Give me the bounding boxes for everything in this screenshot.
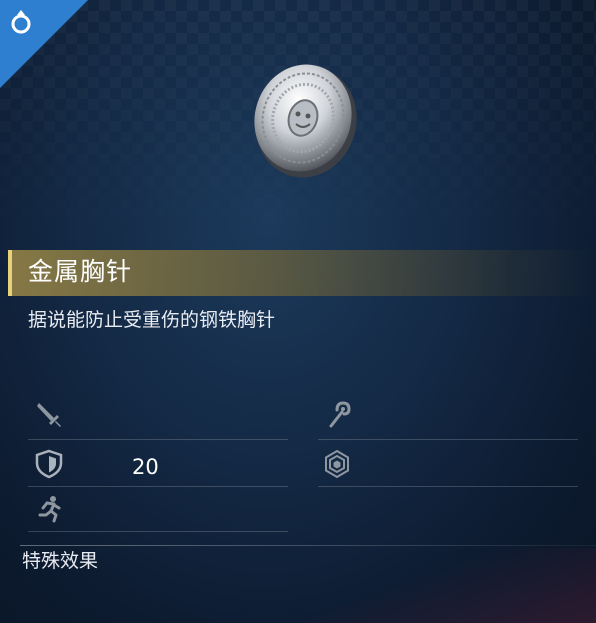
stat-row-magic-defense (318, 443, 578, 487)
hexagon-barrier-icon (325, 449, 349, 479)
silver-brooch-image (254, 64, 357, 178)
stat-divider (28, 439, 288, 440)
running-icon (38, 496, 61, 523)
stat-row-speed (28, 488, 288, 532)
item-description: 据说能防止受重伤的钢铁胸针 (28, 309, 276, 331)
staff-icon (329, 401, 351, 428)
stat-defense-value: 20 (132, 455, 159, 479)
sword-icon (37, 403, 61, 427)
stat-row-attack (28, 396, 288, 440)
special-effects-heading: 特殊效果 (22, 550, 99, 572)
item-name: 金属胸针 (28, 257, 133, 286)
stat-row-defense: 20 (28, 443, 288, 487)
stat-divider (28, 486, 288, 487)
stat-divider (318, 486, 578, 487)
background-glow (120, 548, 596, 623)
special-effects-divider (20, 545, 596, 546)
ring-icon (11, 10, 31, 34)
stat-divider (318, 439, 578, 440)
stat-row-magic (318, 396, 578, 440)
shield-icon (35, 449, 63, 479)
stat-divider (28, 531, 288, 532)
